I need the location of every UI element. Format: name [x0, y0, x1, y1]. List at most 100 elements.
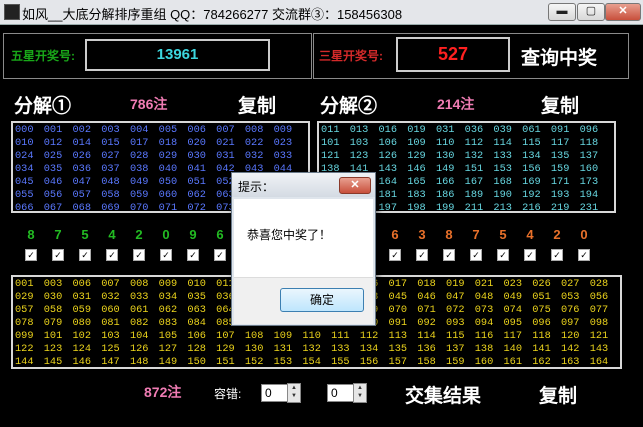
number-item: 007 — [101, 278, 120, 290]
digit-checkbox[interactable]: ✓ — [389, 249, 401, 261]
number-item: 036 — [72, 163, 92, 175]
digit-checkbox[interactable]: ✓ — [578, 249, 590, 261]
digit-label: 3 — [418, 227, 426, 242]
digit-checkbox[interactable]: ✓ — [497, 249, 509, 261]
result-copy-button[interactable]: 复制 — [539, 381, 577, 408]
number-item: 102 — [72, 330, 92, 342]
message-dialog: 提示： ✕ 恭喜您中奖了！ 确定 — [231, 172, 376, 326]
digit-checkbox[interactable]: ✓ — [52, 249, 64, 261]
number-item: 001 — [43, 124, 63, 136]
number-item: 101 — [43, 330, 63, 342]
number-item: 105 — [158, 330, 178, 342]
number-item: 079 — [43, 317, 63, 329]
panel1-title: 分解① — [14, 96, 72, 117]
number-item: 049 — [129, 176, 149, 188]
number-item: 022 — [244, 137, 264, 149]
digit-label: 0 — [162, 227, 170, 242]
number-item: 009 — [158, 278, 178, 290]
number-item: 140 — [503, 343, 523, 355]
app-icon — [4, 4, 20, 20]
spin-up-icon[interactable]: ▲ — [357, 385, 363, 391]
dialog-message: 恭喜您中奖了！ — [247, 228, 332, 242]
number-item: 198 — [407, 202, 426, 213]
number-item: 109 — [273, 330, 293, 342]
five-star-input[interactable]: 13961 — [85, 39, 270, 71]
close-button[interactable]: ✕ — [605, 3, 641, 21]
number-item: 120 — [560, 330, 580, 342]
digit-label: 5 — [499, 227, 507, 242]
digit-checkbox[interactable]: ✓ — [106, 249, 118, 261]
tolerance-spinner-2[interactable]: ▲ ▼ — [353, 383, 367, 403]
tolerance-input-2[interactable]: 0 — [327, 384, 354, 402]
number-item: 151 — [216, 356, 235, 368]
number-item: 134 — [359, 343, 379, 355]
number-item: 006 — [187, 124, 206, 136]
number-item: 129 — [407, 150, 426, 162]
number-item: 135 — [550, 150, 570, 162]
number-item: 154 — [302, 356, 321, 368]
three-star-input[interactable]: 527 — [396, 37, 510, 72]
number-item: 038 — [129, 163, 149, 175]
number-item: 051 — [187, 176, 206, 188]
number-item: 168 — [493, 176, 512, 188]
digit-checkbox[interactable]: ✓ — [160, 249, 172, 261]
intersect-button[interactable]: 交集结果 — [405, 381, 481, 408]
maximize-button[interactable]: ▢ — [577, 3, 605, 21]
panel1-copy-button[interactable]: 复制 — [238, 91, 276, 118]
number-item: 068 — [72, 202, 92, 213]
number-item: 060 — [158, 189, 178, 201]
title-bar: 如风__大底分解排序重组 QQ：784266277 交流群③：158456308… — [0, 0, 643, 25]
number-item: 072 — [446, 304, 465, 316]
number-item: 148 — [129, 356, 149, 368]
digit-checkbox[interactable]: ✓ — [25, 249, 37, 261]
digit-checkbox[interactable]: ✓ — [443, 249, 455, 261]
digit-checkbox[interactable]: ✓ — [551, 249, 563, 261]
number-item: 231 — [579, 202, 599, 213]
number-item: 099 — [15, 330, 34, 342]
dialog-footer: 确定 — [234, 277, 373, 324]
number-item: 055 — [15, 189, 34, 201]
number-item: 103 — [101, 330, 120, 342]
number-item: 096 — [532, 317, 551, 329]
tolerance-spinner-1[interactable]: ▲ ▼ — [287, 383, 301, 403]
number-item: 167 — [464, 176, 484, 188]
number-item: 133 — [493, 150, 512, 162]
spin-up-icon[interactable]: ▲ — [291, 385, 297, 391]
number-item: 046 — [417, 291, 436, 303]
number-item: 003 — [101, 124, 120, 136]
dialog-ok-button[interactable]: 确定 — [280, 288, 364, 312]
number-item: 128 — [187, 343, 206, 355]
spin-down-icon[interactable]: ▼ — [357, 393, 363, 399]
number-item: 039 — [493, 124, 512, 136]
number-item: 040 — [158, 163, 178, 175]
number-item: 033 — [273, 150, 293, 162]
digit-checkbox[interactable]: ✓ — [79, 249, 91, 261]
panel2-copy-button[interactable]: 复制 — [541, 91, 579, 118]
digit-checkbox[interactable]: ✓ — [470, 249, 482, 261]
number-item: 028 — [129, 150, 149, 162]
number-item: 156 — [522, 163, 541, 175]
number-item: 071 — [158, 202, 178, 213]
digit-checkbox[interactable]: ✓ — [133, 249, 145, 261]
number-item: 162 — [532, 356, 551, 368]
number-item: 110 — [435, 137, 455, 149]
query-button[interactable]: 查询中奖 — [521, 43, 597, 70]
dialog-title: 提示： — [238, 180, 275, 194]
number-item: 146 — [407, 163, 426, 175]
spin-down-icon[interactable]: ▼ — [291, 393, 297, 399]
number-item: 008 — [244, 124, 264, 136]
number-item: 059 — [129, 189, 149, 201]
tolerance-input-1[interactable]: 0 — [261, 384, 288, 402]
number-item: 093 — [446, 317, 465, 329]
number-item: 155 — [331, 356, 350, 368]
digit-checkbox[interactable]: ✓ — [214, 249, 226, 261]
digit-checkbox[interactable]: ✓ — [187, 249, 199, 261]
number-item: 092 — [417, 317, 436, 329]
dialog-close-button[interactable]: ✕ — [339, 177, 371, 194]
digit-checkbox[interactable]: ✓ — [416, 249, 428, 261]
number-item: 091 — [550, 124, 570, 136]
digit-checkbox[interactable]: ✓ — [524, 249, 536, 261]
number-item: 163 — [560, 356, 580, 368]
minimize-button[interactable]: ▬ — [548, 3, 576, 21]
number-item: 070 — [388, 304, 408, 316]
